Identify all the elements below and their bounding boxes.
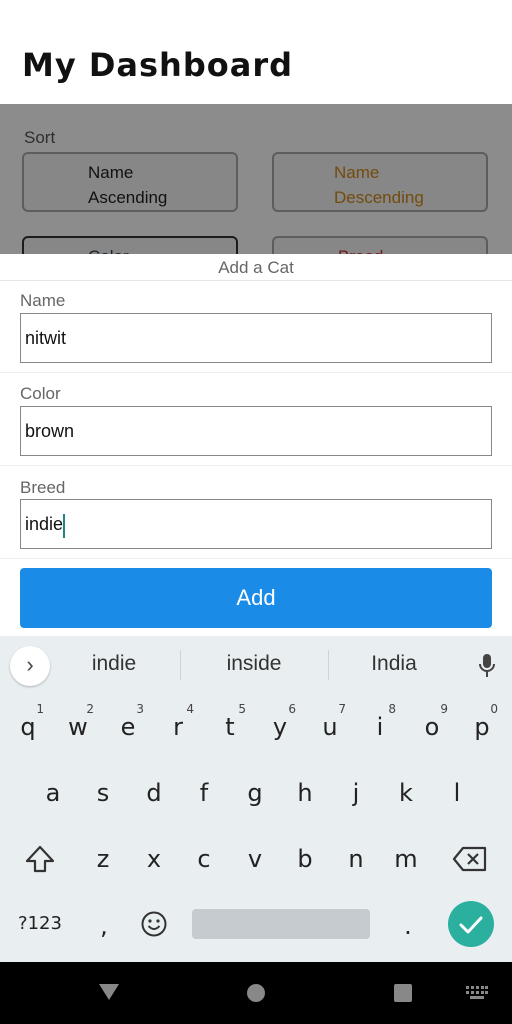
- home-icon[interactable]: [245, 982, 267, 1004]
- modal-overlay[interactable]: [0, 104, 512, 254]
- soft-keyboard: › indie inside India q1 w2 e3 r4 t5 y6 u…: [0, 636, 512, 962]
- key-s[interactable]: s: [81, 765, 125, 821]
- suggestion-bar: › indie inside India: [0, 636, 512, 694]
- name-input[interactable]: [20, 313, 492, 363]
- key-n[interactable]: n: [334, 831, 378, 887]
- space-bar[interactable]: [192, 909, 370, 939]
- key-x[interactable]: x: [132, 831, 176, 887]
- suggestion-1[interactable]: indie: [44, 652, 184, 676]
- key-t[interactable]: t5: [208, 699, 252, 755]
- back-icon[interactable]: [97, 982, 121, 1002]
- add-cat-sheet: Add a Cat Name Color Breed Add: [0, 254, 512, 636]
- color-label: Color: [20, 384, 61, 403]
- divider: [0, 558, 512, 559]
- key-i[interactable]: i8: [358, 699, 402, 755]
- page-title: My Dashboard: [22, 46, 293, 84]
- breed-label: Breed: [20, 478, 66, 497]
- color-input[interactable]: [20, 406, 492, 456]
- suggestion-3[interactable]: India: [324, 652, 464, 676]
- add-button[interactable]: Add: [20, 568, 492, 628]
- key-u[interactable]: u7: [308, 699, 352, 755]
- breed-input[interactable]: [20, 499, 492, 549]
- key-m[interactable]: m: [384, 831, 428, 887]
- divider: [0, 465, 512, 466]
- divider: [0, 280, 512, 281]
- recents-icon[interactable]: [393, 983, 413, 1003]
- emoji-icon[interactable]: [132, 896, 176, 952]
- key-c[interactable]: c: [182, 831, 226, 887]
- key-p[interactable]: p0: [460, 699, 504, 755]
- app-header: My Dashboard: [0, 0, 512, 104]
- key-a[interactable]: a: [31, 765, 75, 821]
- key-w[interactable]: w2: [56, 699, 100, 755]
- divider: [180, 650, 181, 680]
- key-b[interactable]: b: [283, 831, 327, 887]
- key-r[interactable]: r4: [156, 699, 200, 755]
- keyboard-switch-icon[interactable]: [466, 986, 488, 1000]
- key-v[interactable]: v: [233, 831, 277, 887]
- check-icon[interactable]: [448, 901, 494, 947]
- key-g[interactable]: g: [233, 765, 277, 821]
- comma-key[interactable]: ,: [82, 898, 126, 954]
- text-cursor: [63, 514, 65, 538]
- key-j[interactable]: j: [334, 765, 378, 821]
- key-h[interactable]: h: [283, 765, 327, 821]
- key-y[interactable]: y6: [258, 699, 302, 755]
- key-e[interactable]: e3: [106, 699, 150, 755]
- sheet-title: Add a Cat: [218, 258, 294, 277]
- key-k[interactable]: k: [384, 765, 428, 821]
- key-f[interactable]: f: [182, 765, 226, 821]
- key-l[interactable]: l: [435, 765, 479, 821]
- suggestion-2[interactable]: inside: [184, 652, 324, 676]
- key-z[interactable]: z: [81, 831, 125, 887]
- key-o[interactable]: o9: [410, 699, 454, 755]
- mic-icon[interactable]: [476, 650, 498, 682]
- symbols-key[interactable]: ?123: [18, 896, 62, 952]
- key-q[interactable]: q1: [6, 699, 50, 755]
- shift-icon[interactable]: [18, 831, 62, 887]
- key-d[interactable]: d: [132, 765, 176, 821]
- divider: [0, 372, 512, 373]
- system-nav-bar: [0, 962, 512, 1024]
- name-label: Name: [20, 291, 66, 310]
- period-key[interactable]: .: [386, 898, 430, 954]
- backspace-icon[interactable]: [448, 831, 492, 887]
